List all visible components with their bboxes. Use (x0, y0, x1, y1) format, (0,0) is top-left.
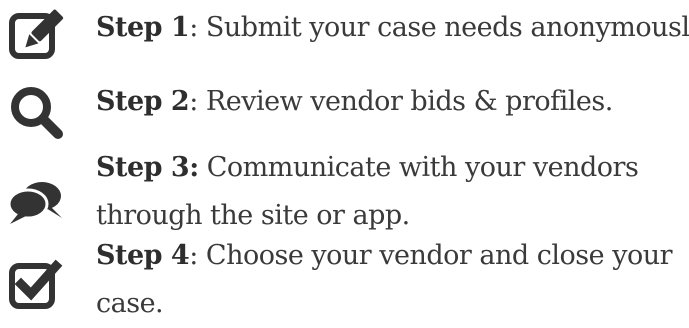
chat-bubbles-icon (6, 168, 68, 230)
edit-icon (6, 4, 68, 66)
step-4-label: Step 4 (96, 240, 190, 271)
step-4-text: Step 4: Choose your vendor and close you… (96, 232, 686, 328)
step-4-description-line-1: Choose your vendor and close your (197, 240, 673, 271)
step-1-description: Submit your case needs anonymously. (197, 12, 689, 43)
step-3-text: Step 3: Communicate with your vendors th… (96, 144, 686, 240)
step-2-text: Step 2: Review vendor bids & profiles. (96, 78, 686, 126)
step-3-line-1: Step 3: Communicate with your vendors (96, 144, 686, 192)
search-icon (6, 82, 68, 144)
checkbox-checked-icon (6, 254, 68, 316)
step-1-label: Step 1 (96, 12, 190, 43)
step-3-label: Step 3: (96, 152, 199, 183)
step-2-description: Review vendor bids & profiles. (197, 86, 613, 117)
step-1-separator: : (189, 12, 198, 43)
step-4-separator: : (189, 240, 198, 271)
step-1-text: Step 1: Submit your case needs anonymous… (96, 4, 689, 52)
step-2-label: Step 2 (96, 86, 190, 117)
step-4-line-1: Step 4: Choose your vendor and close you… (96, 232, 686, 280)
step-3-description-line-1: Communicate with your vendors (198, 152, 639, 183)
step-4-line-2: case. (96, 288, 164, 319)
step-2-separator: : (189, 86, 198, 117)
